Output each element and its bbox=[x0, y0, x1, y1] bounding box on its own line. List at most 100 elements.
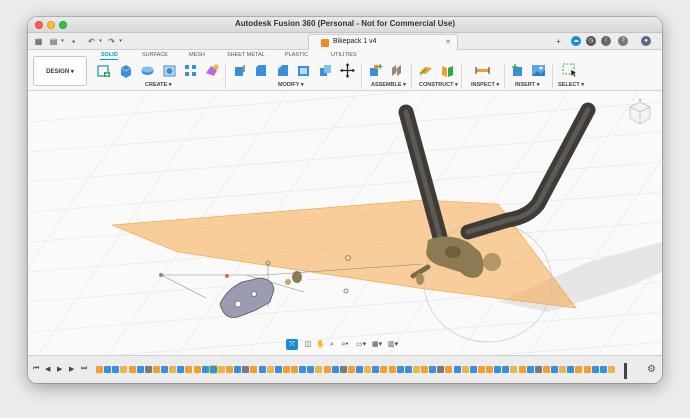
timeline-feature-extrude[interactable] bbox=[307, 366, 315, 373]
revolve-icon[interactable] bbox=[140, 63, 155, 78]
modify-menu[interactable]: MODIFY ▾ bbox=[278, 82, 304, 88]
look-at-icon[interactable]: ◫ bbox=[304, 339, 312, 350]
fillet-icon[interactable] bbox=[253, 63, 268, 78]
zoom-window-icon[interactable]: ⌕▾ bbox=[340, 339, 350, 350]
undo-dropdown-icon[interactable]: ▾ bbox=[95, 36, 106, 47]
redo-dropdown-icon[interactable]: ▾ bbox=[115, 36, 126, 47]
plane-at-angle-icon[interactable] bbox=[440, 63, 455, 78]
timeline-feature-sketch[interactable] bbox=[282, 366, 290, 373]
extrude-icon[interactable] bbox=[118, 63, 133, 78]
file-dropdown-icon[interactable]: ▾ bbox=[57, 36, 68, 47]
last-icon[interactable]: ⏭ bbox=[81, 365, 87, 373]
timeline-feature-extrude[interactable] bbox=[591, 366, 599, 373]
timeline-feature-sketch[interactable] bbox=[226, 366, 233, 373]
timeline-feature-sketch[interactable] bbox=[347, 366, 355, 373]
offset-plane-icon[interactable] bbox=[418, 63, 433, 78]
add-tab-icon[interactable]: + bbox=[553, 36, 564, 47]
timeline-feature-extrude[interactable] bbox=[404, 366, 412, 373]
timeline-feature-extrude[interactable] bbox=[567, 366, 575, 373]
pan-icon[interactable]: ✋ bbox=[316, 339, 325, 350]
timeline-feature-extrude[interactable] bbox=[372, 366, 380, 373]
timeline-feature-extrude[interactable] bbox=[331, 366, 339, 373]
viewports-icon[interactable]: ▥▾ bbox=[388, 339, 398, 350]
tab-sheet-metal[interactable]: SHEET METAL bbox=[227, 52, 265, 58]
pattern-icon[interactable] bbox=[183, 63, 198, 78]
orbit-icon[interactable]: ⤧ bbox=[286, 339, 298, 350]
timeline-feature-sketch[interactable] bbox=[388, 366, 396, 373]
chamfer-icon[interactable] bbox=[275, 63, 290, 78]
bell-icon[interactable]: ! bbox=[601, 36, 611, 46]
document-tab[interactable]: Bikepack 1 v4 ✕ bbox=[308, 34, 458, 50]
timeline-feature-extrude[interactable] bbox=[494, 366, 502, 373]
save-icon[interactable]: ▪ bbox=[68, 36, 79, 47]
next-icon[interactable]: ▶ bbox=[69, 365, 74, 373]
scene-canvas[interactable] bbox=[28, 92, 662, 355]
tab-utilities[interactable]: UTILITIES bbox=[331, 52, 357, 58]
joint-point[interactable] bbox=[159, 273, 163, 277]
timeline-feature-sketch[interactable] bbox=[575, 366, 583, 373]
select-menu[interactable]: SELECT ▾ bbox=[558, 82, 584, 88]
timeline-feature-extrude[interactable] bbox=[274, 366, 282, 373]
timeline-feature-sketch[interactable] bbox=[152, 366, 160, 373]
timeline-feature-sketch[interactable] bbox=[185, 366, 193, 373]
timeline-feature-extrude[interactable] bbox=[177, 366, 185, 373]
timeline-feature-plane[interactable] bbox=[559, 366, 567, 373]
timeline-feature-extrude[interactable] bbox=[429, 366, 437, 373]
timeline-feature-extrude[interactable] bbox=[551, 366, 558, 373]
timeline-feature-plane[interactable] bbox=[412, 366, 420, 373]
gear-icon[interactable]: ⚙ bbox=[647, 364, 656, 375]
timeline-feature-extrude[interactable] bbox=[161, 366, 168, 373]
tab-surface[interactable]: SURFACE bbox=[142, 52, 168, 58]
timeline-feature-sketch[interactable] bbox=[291, 366, 298, 373]
timeline-feature-extrude[interactable] bbox=[136, 366, 144, 373]
timeline-feature-sketch[interactable] bbox=[128, 366, 136, 373]
timeline-feature-joint[interactable] bbox=[534, 366, 542, 373]
hole-icon[interactable] bbox=[162, 63, 177, 78]
close-icon[interactable]: ✕ bbox=[445, 38, 451, 46]
timeline-feature-plane[interactable] bbox=[120, 366, 128, 373]
timeline-feature-sketch[interactable] bbox=[477, 366, 485, 373]
tab-plastic[interactable]: PLASTIC bbox=[285, 52, 308, 58]
timeline-feature-plane[interactable] bbox=[364, 366, 372, 373]
timeline-feature-extrude[interactable] bbox=[234, 366, 242, 373]
timeline-feature-extrude[interactable] bbox=[208, 365, 218, 374]
measure-icon[interactable] bbox=[475, 63, 490, 78]
viewcube-icon[interactable] bbox=[626, 98, 654, 126]
previous-icon[interactable]: ◀ bbox=[45, 365, 50, 373]
clock-icon[interactable]: ◷ bbox=[586, 36, 596, 46]
joint-icon[interactable] bbox=[389, 63, 404, 78]
timeline-feature-sketch[interactable] bbox=[445, 366, 453, 373]
create-sketch-icon[interactable] bbox=[96, 63, 111, 78]
move-icon[interactable] bbox=[340, 63, 355, 78]
timeline-feature-joint[interactable] bbox=[144, 366, 152, 373]
construct-menu[interactable]: CONSTRUCT ▾ bbox=[419, 82, 458, 88]
timeline-feature-plane[interactable] bbox=[607, 366, 615, 373]
help-icon[interactable]: ? bbox=[618, 36, 628, 46]
timeline-feature-plane[interactable] bbox=[266, 366, 274, 373]
timeline-feature-extrude[interactable] bbox=[599, 366, 607, 373]
timeline-track[interactable] bbox=[96, 361, 636, 381]
timeline-feature-extrude[interactable] bbox=[112, 366, 120, 373]
zoom-icon[interactable]: ⌕ bbox=[328, 339, 336, 350]
joint-point[interactable] bbox=[343, 288, 349, 294]
timeline-feature-extrude[interactable] bbox=[469, 366, 477, 373]
insert-menu[interactable]: INSERT ▾ bbox=[515, 82, 539, 88]
timeline-feature-extrude[interactable] bbox=[526, 366, 534, 373]
play-icon[interactable]: ▶ bbox=[57, 365, 62, 373]
timeline-feature-joint[interactable] bbox=[242, 366, 250, 373]
timeline-feature-sketch[interactable] bbox=[518, 366, 526, 373]
timeline-feature-plane[interactable] bbox=[169, 366, 177, 373]
timeline-feature-sketch[interactable] bbox=[542, 366, 550, 373]
timeline-feature-extrude[interactable] bbox=[299, 366, 307, 373]
timeline-feature-sketch[interactable] bbox=[380, 366, 388, 373]
timeline-feature-extrude[interactable] bbox=[258, 366, 266, 373]
3d-viewport[interactable]: ⤧ ◫ ✋ ⌕ ⌕▾ ▭▾ ▦▾ ▥▾ bbox=[28, 92, 662, 355]
create-form-icon[interactable] bbox=[204, 63, 219, 78]
workspace-switcher-button[interactable]: DESIGN ▾ bbox=[33, 56, 87, 86]
tab-mesh[interactable]: MESH bbox=[189, 52, 205, 58]
new-component-icon[interactable] bbox=[368, 63, 383, 78]
timeline-feature-extrude[interactable] bbox=[453, 366, 461, 373]
timeline-feature-extrude[interactable] bbox=[104, 366, 112, 373]
grid-icon[interactable]: ▦ bbox=[33, 36, 44, 47]
bolt-part[interactable] bbox=[292, 271, 302, 283]
